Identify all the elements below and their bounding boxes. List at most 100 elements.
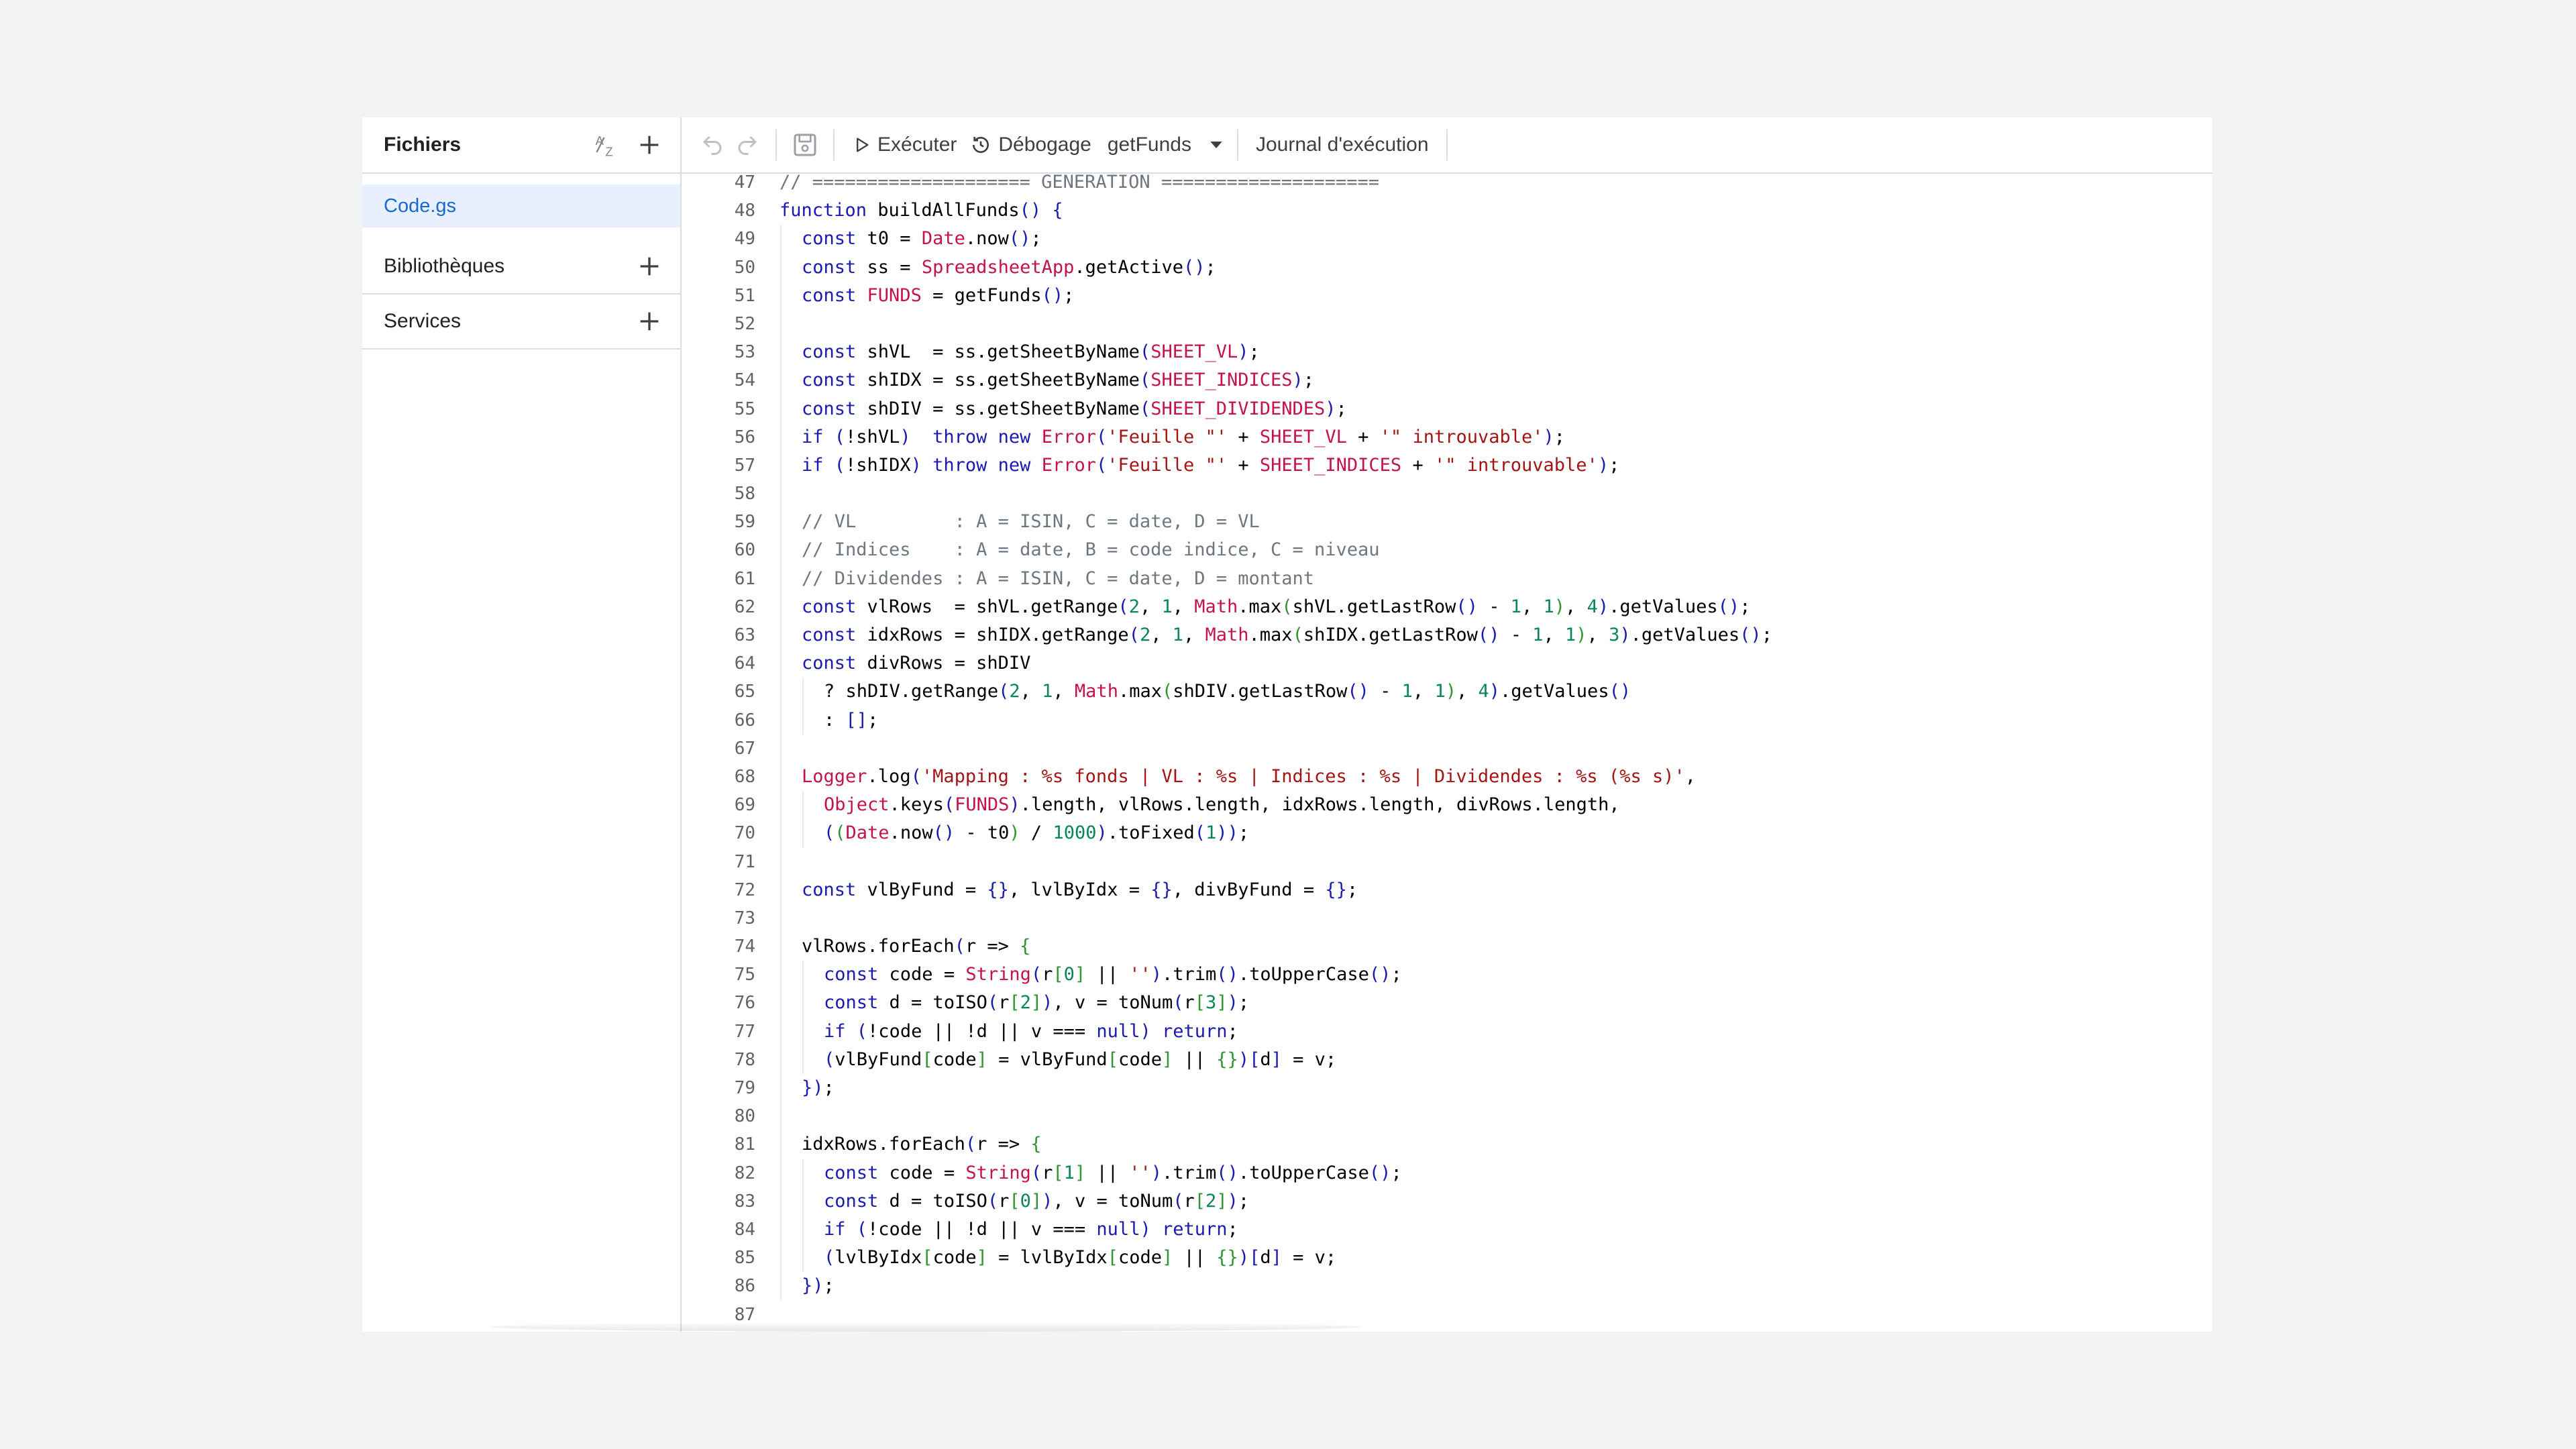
indent-guide — [780, 706, 782, 735]
line-number: 65 — [734, 682, 755, 702]
add-library-plus-icon[interactable] — [633, 250, 665, 282]
debug-button[interactable]: Débogage — [970, 125, 1091, 165]
line-number: 47 — [734, 174, 755, 193]
indent-guide — [780, 875, 782, 904]
indent-guide — [780, 1130, 782, 1159]
code-line: 65 ? shDIV.getRange(2, 1, Math.max(shDIV.… — [682, 678, 2212, 706]
code-line: 76 const d = toISO(r[2]), v = toNum(r[3])… — [682, 989, 2212, 1018]
add-file-plus-icon[interactable] — [633, 129, 665, 161]
indent-guide — [802, 678, 804, 706]
debug-label: Débogage — [998, 133, 1091, 156]
code-line: 75 const code = String(r[0] || '').trim()… — [682, 961, 2212, 989]
line-number: 56 — [734, 427, 755, 447]
code-line: 68 Logger.log('Mapping : %s fonds | VL : … — [682, 762, 2212, 792]
code-line: 79}); — [682, 1074, 2212, 1103]
code-text: const code = String(r[1] || '').trim().t… — [824, 1162, 1402, 1183]
line-number: 53 — [734, 342, 755, 363]
indent-guide — [802, 1187, 804, 1216]
add-service-plus-icon[interactable] — [633, 305, 665, 337]
code-text: // VL : A = ISIN, C = date, D = VL — [802, 511, 1260, 533]
line-number: 76 — [734, 993, 755, 1014]
save-icon[interactable] — [788, 127, 822, 162]
indent-guide — [780, 451, 782, 480]
code-editor[interactable]: 47 // ==================== GENERATION ===… — [682, 174, 2212, 1332]
code-text: idxRows.forEach(r => { — [802, 1134, 1042, 1155]
code-text: Logger.log('Mapping : %s fonds | VL : %s… — [802, 765, 1696, 787]
code-line: 58 — [682, 480, 2212, 508]
sort-az-icon[interactable]: AZ — [592, 129, 624, 161]
indent-guide — [780, 508, 782, 537]
file-item-code-gs[interactable]: Code.gs — [362, 184, 680, 227]
indent-guide — [802, 961, 804, 989]
code-line: 51 const FUNDS = getFunds(); — [682, 281, 2212, 310]
code-text: (vlByFund[code] = vlByFund[code] || {})[… — [824, 1049, 1337, 1070]
toolbar-divider — [1446, 129, 1448, 160]
indent-guide — [780, 1244, 782, 1273]
code-line: 47 // ==================== GENERATION ===… — [682, 174, 2212, 197]
indent-guide — [780, 762, 782, 792]
indent-guide — [780, 1102, 782, 1131]
apps-script-editor: Fichiers AZ Code.gs Bibliothèques Servic… — [362, 117, 2212, 1332]
indent-guide — [780, 480, 782, 508]
line-number: 85 — [734, 1248, 755, 1269]
indent-guide — [780, 309, 782, 339]
indent-guide — [802, 819, 804, 848]
indent-guide — [780, 678, 782, 706]
line-number: 73 — [734, 908, 755, 928]
line-number: 63 — [734, 625, 755, 645]
redo-icon[interactable] — [730, 127, 765, 162]
line-number: 59 — [734, 512, 755, 533]
files-header: Fichiers AZ — [362, 117, 680, 174]
undo-icon[interactable] — [695, 127, 730, 162]
function-select[interactable]: getFunds — [1108, 125, 1226, 165]
code-line: 80 — [682, 1102, 2212, 1131]
run-button[interactable]: Exécuter — [852, 125, 957, 165]
files-title: Fichiers — [384, 133, 462, 156]
indent-guide — [780, 592, 782, 621]
indent-guide — [780, 734, 782, 763]
code-line: 50 const ss = SpreadsheetApp.getActive(); — [682, 253, 2212, 282]
code-line: 84 if (!code || !d || v === null) return; — [682, 1215, 2212, 1244]
code-text: function buildAllFunds() { — [780, 200, 1063, 221]
code-line: 48 function buildAllFunds() { — [682, 197, 2212, 225]
file-item-label: Code.gs — [384, 195, 457, 217]
line-number: 50 — [734, 257, 755, 278]
code-text: if (!shVL) throw new Error('Feuille "' +… — [802, 426, 1566, 447]
code-text: // Dividendes : A = ISIN, C = date, D = … — [802, 568, 1315, 589]
code-text: // Indices : A = date, B = code indice, … — [802, 539, 1380, 561]
line-number: 70 — [734, 823, 755, 844]
code-text: }); — [802, 1077, 835, 1098]
indent-guide — [780, 961, 782, 989]
execution-log-button[interactable]: Journal d'exécution — [1256, 125, 1429, 165]
code-text: const code = String(r[0] || '').trim().t… — [824, 964, 1402, 985]
code-line: 81 idxRows.forEach(r => { — [682, 1130, 2212, 1159]
code-text: if (!code || !d || v === null) return; — [824, 1218, 1238, 1240]
indent-guide — [780, 932, 782, 961]
code-text: const vlRows = shVL.getRange(2, 1, Math.… — [802, 596, 1751, 617]
code-text: const d = toISO(r[0]), v = toNum(r[2]); — [824, 1190, 1250, 1212]
code-line: 59 // VL : A = ISIN, C = date, D = VL — [682, 508, 2212, 537]
code-text: const ss = SpreadsheetApp.getActive(); — [802, 256, 1216, 278]
code-text: const vlByFund = {}, lvlByIdx = {}, divB… — [802, 879, 1358, 900]
code-text: const t0 = Date.now(); — [802, 228, 1042, 250]
run-label: Exécuter — [877, 133, 957, 156]
bottom-shadow — [490, 1322, 1362, 1332]
code-text: const shVL = ss.getSheetByName(SHEET_VL)… — [802, 341, 1260, 363]
indent-guide — [802, 1045, 804, 1074]
line-number: 80 — [734, 1106, 755, 1127]
play-icon — [852, 136, 871, 154]
line-number: 60 — [734, 540, 755, 561]
indent-guide — [780, 1272, 782, 1301]
line-number: 62 — [734, 596, 755, 617]
indent-guide — [780, 989, 782, 1018]
line-number: 64 — [734, 653, 755, 674]
line-number: 68 — [734, 766, 755, 787]
indent-guide — [780, 791, 782, 820]
indent-guide — [802, 1159, 804, 1187]
code-line: 66: []; — [682, 706, 2212, 735]
indent-guide — [780, 819, 782, 848]
indent-guide — [780, 649, 782, 678]
code-text: if (!code || !d || v === null) return; — [824, 1020, 1238, 1042]
line-number: 79 — [734, 1078, 755, 1098]
code-line: 53 const shVL = ss.getSheetByName(SHEET_V… — [682, 338, 2212, 367]
